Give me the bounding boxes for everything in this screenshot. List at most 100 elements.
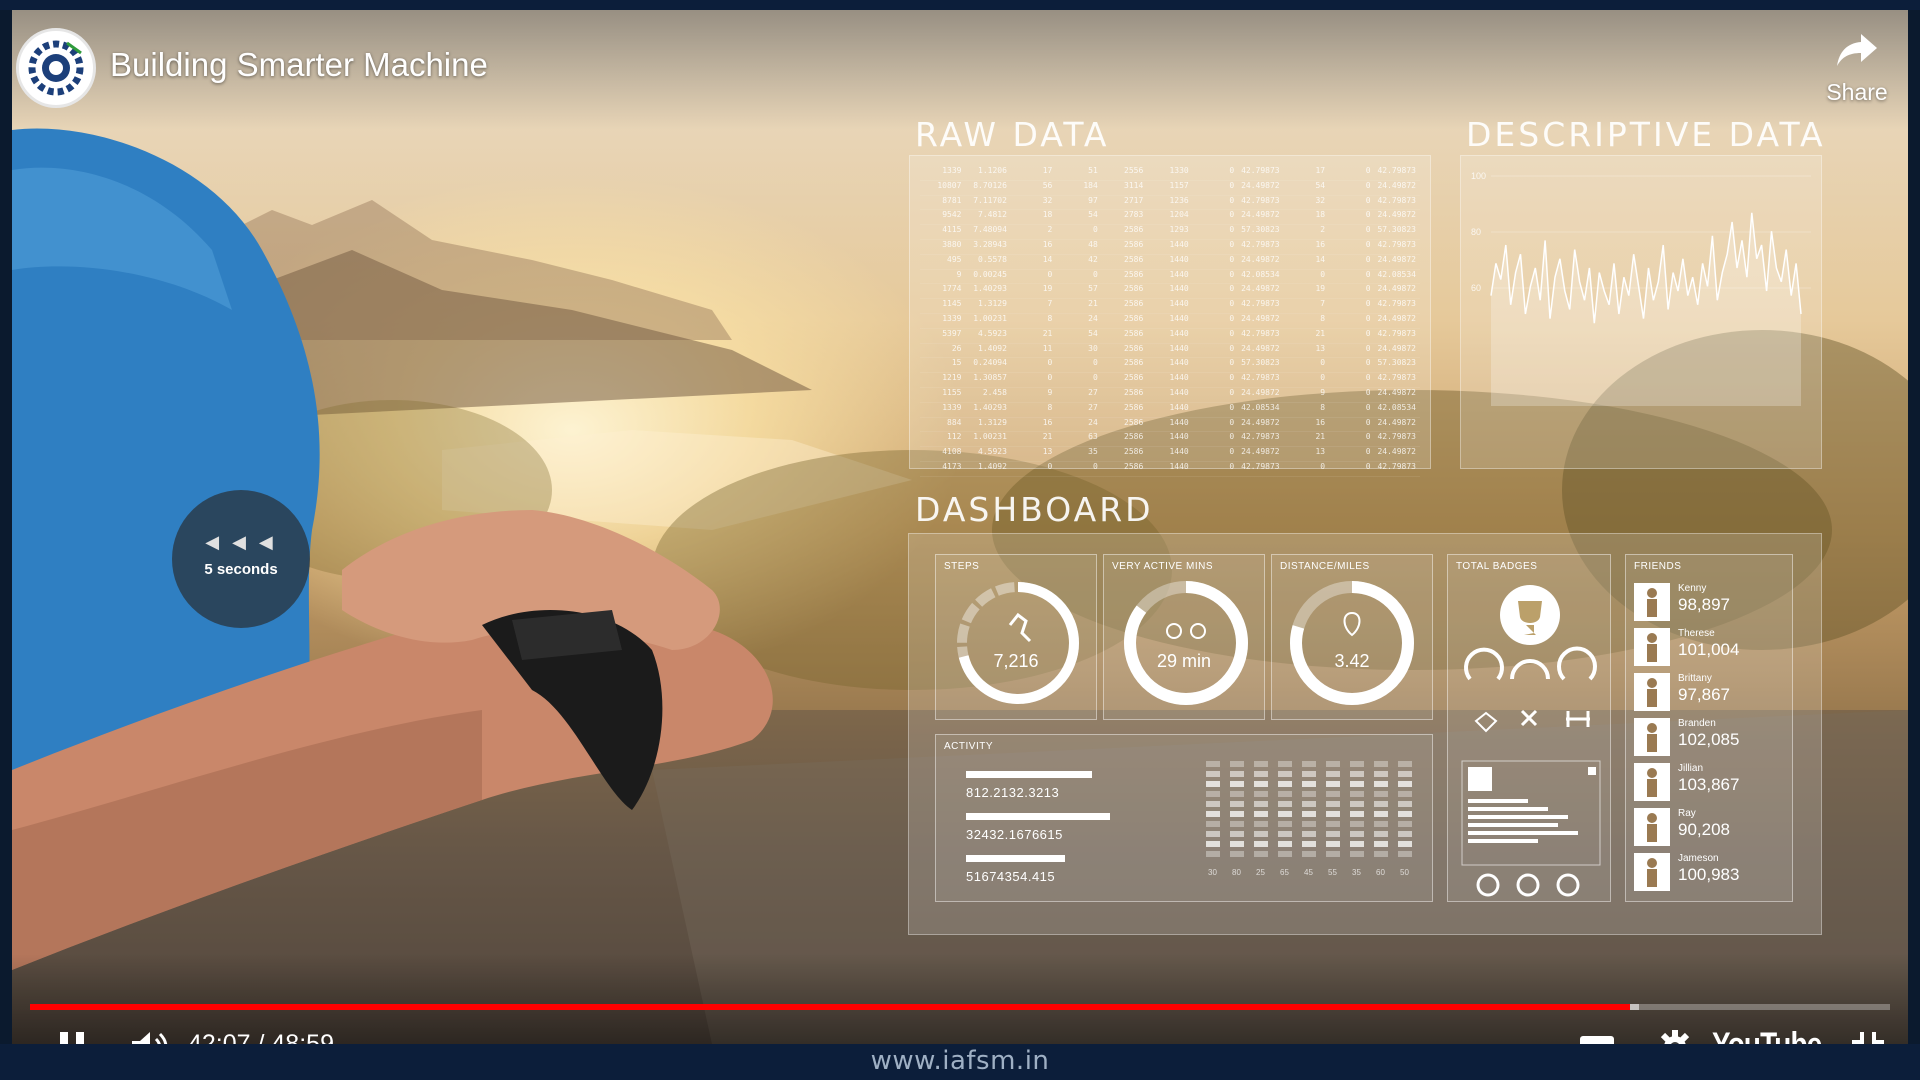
exit-fullscreen-button[interactable] (1850, 1030, 1886, 1044)
bicycle-icon (1166, 623, 1182, 639)
volume-button[interactable] (128, 1028, 170, 1044)
youtube-logo[interactable]: YouTube (1712, 1026, 1822, 1044)
activity-column-segment (1230, 841, 1244, 847)
raw-data-cell: 24.49872 (1241, 210, 1280, 220)
raw-data-row: 1339 1.40293 8 27 2586 1440 0 42.08534 8 0 42.0853… (920, 403, 1420, 418)
raw-data-row: 1145 1.3129 7 21 2586 1440 0 42.79873 7 0 42.79873 (920, 299, 1420, 314)
activity-column-segment (1326, 851, 1340, 857)
activity-column-segment (1206, 811, 1220, 817)
person-icon (1634, 673, 1670, 711)
raw-data-cell: 2556 (1124, 166, 1144, 175)
raw-data-cell: 1440 (1169, 343, 1189, 353)
raw-data-cell: 0 (1365, 447, 1371, 457)
raw-data-cell: 42.08534 (1377, 402, 1416, 412)
raw-data-cell: 0 (1229, 225, 1235, 235)
raw-data-cell: 7.11702 (973, 195, 1007, 205)
raw-data-cell: 2586 (1124, 358, 1144, 368)
time-display: 42:07 / 48:59 (188, 1030, 334, 1044)
raw-data-cell: 1440 (1169, 269, 1189, 279)
hiker-icon (1008, 612, 1032, 643)
person-icon (1634, 628, 1670, 666)
raw-data-cell: 184 (1083, 180, 1098, 190)
raw-data-cell: 3.28943 (973, 239, 1007, 249)
raw-data-row: 10807 8.70126 56 184 3114 1157 0 24.49872 54 0 24.… (920, 181, 1420, 196)
raw-data-cell: 0 (1229, 210, 1235, 220)
raw-data-cell: 17 (1315, 166, 1326, 175)
raw-data-cell: 7 (1320, 299, 1326, 309)
raw-data-cell: 42.79873 (1377, 239, 1416, 249)
share-button[interactable]: Share (1812, 30, 1902, 120)
raw-data-cell: 9 (956, 269, 962, 279)
raw-data-cell: 4115 (942, 225, 962, 235)
raw-data-cell: 7 (1047, 299, 1053, 309)
activity-column-segment (1206, 841, 1220, 847)
raw-data-cell: 0 (1365, 402, 1371, 412)
activity-bar (966, 771, 1092, 778)
raw-data-cell: 1440 (1169, 299, 1189, 309)
raw-data-cell: 884 (947, 417, 962, 427)
progress-bar[interactable] (30, 1004, 1890, 1010)
raw-data-cell: 21 (1042, 432, 1053, 442)
activity-label: ACTIVITY (944, 741, 994, 752)
activity-column-segment (1302, 771, 1316, 777)
raw-data-cell: 0 (1365, 225, 1371, 235)
video-title[interactable]: Building Smarter Machine (110, 46, 488, 84)
volume-icon (132, 1032, 150, 1044)
top-frame-strip (0, 0, 1920, 10)
activity-column-segment (1230, 801, 1244, 807)
activity-column-segment (1326, 801, 1340, 807)
raw-data-cell: 0 (1365, 195, 1371, 205)
rewind-icon: ◀ ◀ ◀ (205, 532, 277, 552)
raw-data-cell: 54 (1315, 180, 1326, 190)
friend-item: Therese 101,004 (1634, 626, 1784, 668)
raw-data-cell: 2586 (1124, 417, 1144, 427)
raw-data-cell: 14 (1315, 254, 1326, 264)
raw-data-cell: 1236 (1169, 195, 1189, 205)
activity-column-segment (1254, 821, 1268, 827)
raw-data-cell: 1.4092 (978, 343, 1007, 353)
activity-column-segment (1374, 811, 1388, 817)
descriptive-data-panel: 100 80 60 (1460, 155, 1822, 469)
raw-data-panel: 1339 1.1206 17 51 2556 1330 0 42.79873 17 0 42.798… (909, 155, 1431, 477)
raw-data-cell: 1155 (942, 387, 962, 397)
raw-data-cell: 1440 (1169, 328, 1189, 338)
friend-name: Therese (1678, 628, 1715, 639)
raw-data-cell: 7.4812 (978, 210, 1007, 220)
steps-gauge (957, 582, 1079, 704)
raw-data-cell: 0 (1365, 417, 1371, 427)
raw-data-row: 884 1.3129 16 24 2586 1440 0 24.49872 16 0 24.4987… (920, 418, 1420, 433)
activity-column-segment (1398, 761, 1412, 767)
raw-data-cell: 2586 (1124, 387, 1144, 397)
activity-column-segment (1206, 821, 1220, 827)
friend-name: Ray (1678, 808, 1696, 819)
cross-icon (1520, 709, 1538, 727)
video-player[interactable]: Building Smarter Machine Share ◀ ◀ ◀ 5 s… (12, 10, 1908, 1044)
raw-data-cell: 8 (1047, 313, 1053, 323)
channel-logo[interactable] (16, 28, 96, 108)
raw-data-cell: 16 (1042, 239, 1053, 249)
captions-button[interactable] (1578, 1032, 1616, 1044)
raw-data-cell: 1145 (942, 299, 962, 309)
pause-button[interactable] (56, 1030, 88, 1044)
activity-column-segment (1254, 791, 1268, 797)
settings-button[interactable] (1656, 1028, 1694, 1044)
raw-data-cell: 24.49872 (1377, 284, 1416, 294)
activity-axis-label: 50 (1400, 868, 1409, 877)
raw-data-row: 1219 1.30857 0 0 2586 1440 0 42.79873 0 0 42.79873 (920, 373, 1420, 388)
activity-column-segment (1326, 771, 1340, 777)
raw-data-cell: 0.5578 (978, 254, 1007, 264)
raw-data-cell: 32 (1315, 195, 1326, 205)
raw-data-cell: 0 (1047, 461, 1053, 471)
raw-data-cell: 0 (1229, 239, 1235, 249)
raw-data-cell: 1330 (1169, 166, 1189, 175)
activity-axis-label: 60 (1376, 868, 1385, 877)
raw-data-cell: 42.79873 (1241, 373, 1280, 383)
activity-column-segment (1374, 841, 1388, 847)
raw-data-row: 1339 1.00231 8 24 2586 1440 0 24.49872 8 0 24.4987… (920, 314, 1420, 329)
activity-column-segment (1326, 841, 1340, 847)
activity-column-segment (1230, 821, 1244, 827)
raw-data-cell: 8 (1320, 402, 1326, 412)
raw-data-cell: 24.49872 (1241, 313, 1280, 323)
raw-data-cell: 0 (1229, 387, 1235, 397)
activity-axis-label: 45 (1304, 868, 1313, 877)
